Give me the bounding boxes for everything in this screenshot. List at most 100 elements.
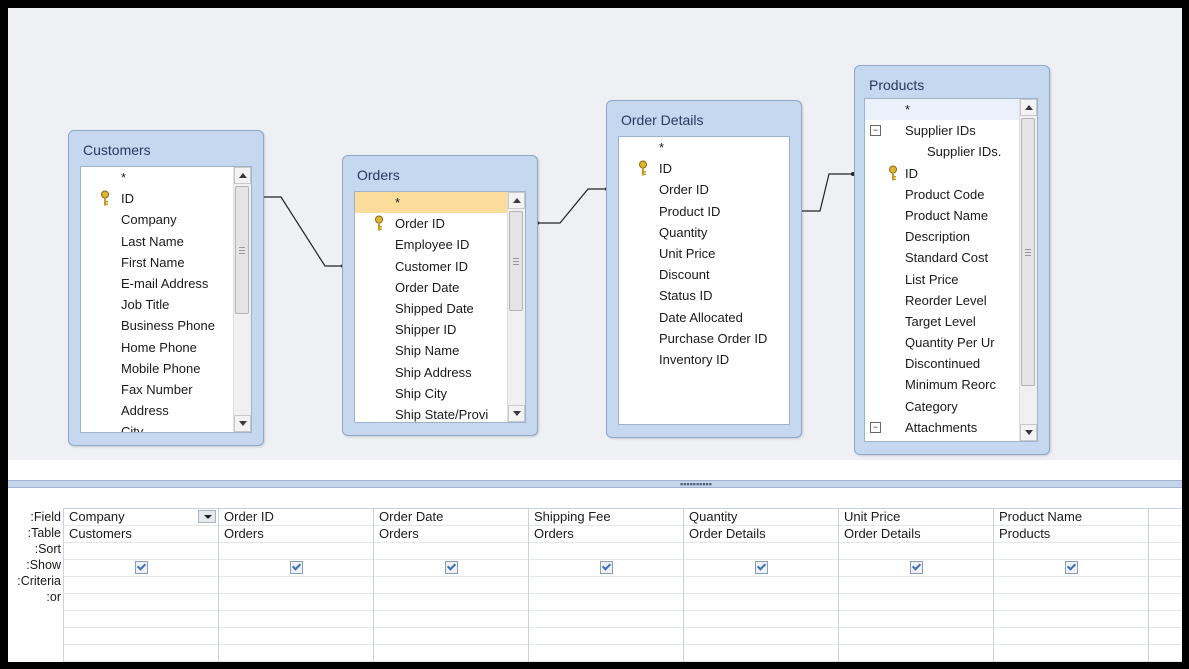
field-item[interactable]: * <box>865 99 1037 121</box>
field-item[interactable]: Category <box>865 396 1037 417</box>
dropdown-arrow-icon[interactable] <box>198 510 216 523</box>
show-cell[interactable] <box>374 560 529 577</box>
show-checkbox[interactable] <box>1065 561 1078 575</box>
collapse-icon[interactable]: − <box>870 421 881 433</box>
field-item[interactable]: Shipped Date <box>355 298 525 319</box>
table-design-pane[interactable]: Customers * ID Company Last Name First N… <box>8 8 1182 461</box>
field-cell[interactable]: Quantity <box>684 509 839 526</box>
field-item[interactable]: Company <box>81 209 251 230</box>
show-cell[interactable] <box>64 560 219 577</box>
or-cell[interactable] <box>374 594 529 611</box>
empty-cell[interactable] <box>994 628 1149 645</box>
field-item[interactable]: Quantity Per Ur <box>865 332 1037 353</box>
sort-cell[interactable] <box>219 543 374 560</box>
field-cell[interactable]: Company <box>64 509 219 526</box>
grid-column[interactable]: Unit Price Order Details <box>838 509 994 662</box>
field-item[interactable]: Description <box>865 226 1037 247</box>
grid-column[interactable] <box>1148 509 1182 662</box>
field-item[interactable]: Minimum Reorc <box>865 374 1037 395</box>
show-cell[interactable] <box>839 560 994 577</box>
sort-cell[interactable] <box>994 543 1149 560</box>
sort-cell[interactable] <box>684 543 839 560</box>
show-cell[interactable] <box>219 560 374 577</box>
field-item[interactable]: − Supplier IDs <box>865 120 1037 141</box>
criteria-cell[interactable] <box>994 577 1149 594</box>
empty-cell[interactable] <box>1149 628 1182 645</box>
grid-column[interactable]: Order ID Orders <box>218 509 374 662</box>
scroll-thumb[interactable] <box>235 186 249 314</box>
sort-cell[interactable] <box>839 543 994 560</box>
empty-cell[interactable] <box>839 611 994 628</box>
field-cell[interactable]: Product Name <box>994 509 1149 526</box>
table-cell[interactable]: Products <box>994 526 1149 543</box>
criteria-cell[interactable] <box>684 577 839 594</box>
grid-column[interactable]: Shipping Fee Orders <box>528 509 684 662</box>
field-cell[interactable]: Unit Price <box>839 509 994 526</box>
show-cell[interactable] <box>994 560 1149 577</box>
empty-cell[interactable] <box>529 645 684 662</box>
field-item[interactable]: Reorder Level <box>865 290 1037 311</box>
criteria-cell[interactable] <box>1149 577 1182 594</box>
empty-cell[interactable] <box>1149 611 1182 628</box>
scroll-down-icon[interactable] <box>234 415 251 432</box>
table-orders[interactable]: Orders * Order ID Employee ID Customer I… <box>342 155 538 436</box>
or-cell[interactable] <box>839 594 994 611</box>
show-checkbox[interactable] <box>445 561 458 575</box>
field-item[interactable]: Status ID <box>619 285 789 306</box>
field-item[interactable]: Business Phone <box>81 315 251 336</box>
show-checkbox[interactable] <box>600 561 613 575</box>
field-item[interactable]: Order ID <box>355 213 525 234</box>
scroll-thumb[interactable] <box>1021 118 1035 386</box>
field-item[interactable]: Discontinued <box>865 353 1037 374</box>
field-item[interactable]: Last Name <box>81 231 251 252</box>
criteria-cell[interactable] <box>529 577 684 594</box>
field-item[interactable]: Ship State/Provi <box>355 404 525 422</box>
collapse-icon[interactable]: − <box>870 125 881 137</box>
field-item[interactable]: ID <box>619 158 789 179</box>
splitter-grip-icon[interactable]: ▪▪▪▪▪▪▪▪▪▪ <box>680 480 712 489</box>
show-cell[interactable] <box>529 560 684 577</box>
or-cell[interactable] <box>64 594 219 611</box>
field-item[interactable]: Product Name <box>865 205 1037 226</box>
field-item[interactable]: * <box>81 167 251 188</box>
field-item[interactable]: Fax Number <box>81 379 251 400</box>
field-cell[interactable]: Order Date <box>374 509 529 526</box>
field-item[interactable]: Target Level <box>865 311 1037 332</box>
orders-field-list[interactable]: * Order ID Employee ID Customer ID Order… <box>354 191 526 423</box>
table-customers[interactable]: Customers * ID Company Last Name First N… <box>68 130 264 446</box>
grid-column[interactable]: Order Date Orders <box>373 509 529 662</box>
field-item[interactable]: * <box>355 192 525 214</box>
field-item[interactable]: Standard Cost <box>865 247 1037 268</box>
empty-cell[interactable] <box>219 645 374 662</box>
field-item[interactable]: City <box>81 421 251 432</box>
vertical-scrollbar[interactable] <box>507 192 525 422</box>
empty-cell[interactable] <box>374 645 529 662</box>
empty-cell[interactable] <box>64 628 219 645</box>
grid-column[interactable]: Company Customers <box>63 509 219 662</box>
field-item[interactable]: Shipper ID <box>355 319 525 340</box>
field-item[interactable]: Supplier IDs. <box>865 141 1037 162</box>
field-item[interactable]: Ship Address <box>355 362 525 383</box>
field-item[interactable]: E-mail Address <box>81 273 251 294</box>
field-item[interactable]: ID <box>81 188 251 209</box>
empty-cell[interactable] <box>374 611 529 628</box>
grid-column[interactable]: Product Name Products <box>993 509 1149 662</box>
or-cell[interactable] <box>994 594 1149 611</box>
scroll-down-icon[interactable] <box>508 405 525 422</box>
field-item[interactable]: Inventory ID <box>619 349 789 370</box>
field-item[interactable]: Order ID <box>619 179 789 200</box>
table-cell[interactable]: Order Details <box>684 526 839 543</box>
scroll-down-icon[interactable] <box>1020 424 1037 441</box>
empty-cell[interactable] <box>839 645 994 662</box>
empty-cell[interactable] <box>529 628 684 645</box>
empty-cell[interactable] <box>64 611 219 628</box>
criteria-cell[interactable] <box>219 577 374 594</box>
show-checkbox[interactable] <box>755 561 768 575</box>
field-item[interactable]: Job Title <box>81 294 251 315</box>
or-cell[interactable] <box>219 594 374 611</box>
table-cell[interactable]: Orders <box>374 526 529 543</box>
products-field-list[interactable]: * − Supplier IDs Supplier IDs. ID Product… <box>864 98 1038 442</box>
show-checkbox[interactable] <box>910 561 923 575</box>
field-item[interactable]: Employee ID <box>355 234 525 255</box>
table-cell[interactable]: Order Details <box>839 526 994 543</box>
